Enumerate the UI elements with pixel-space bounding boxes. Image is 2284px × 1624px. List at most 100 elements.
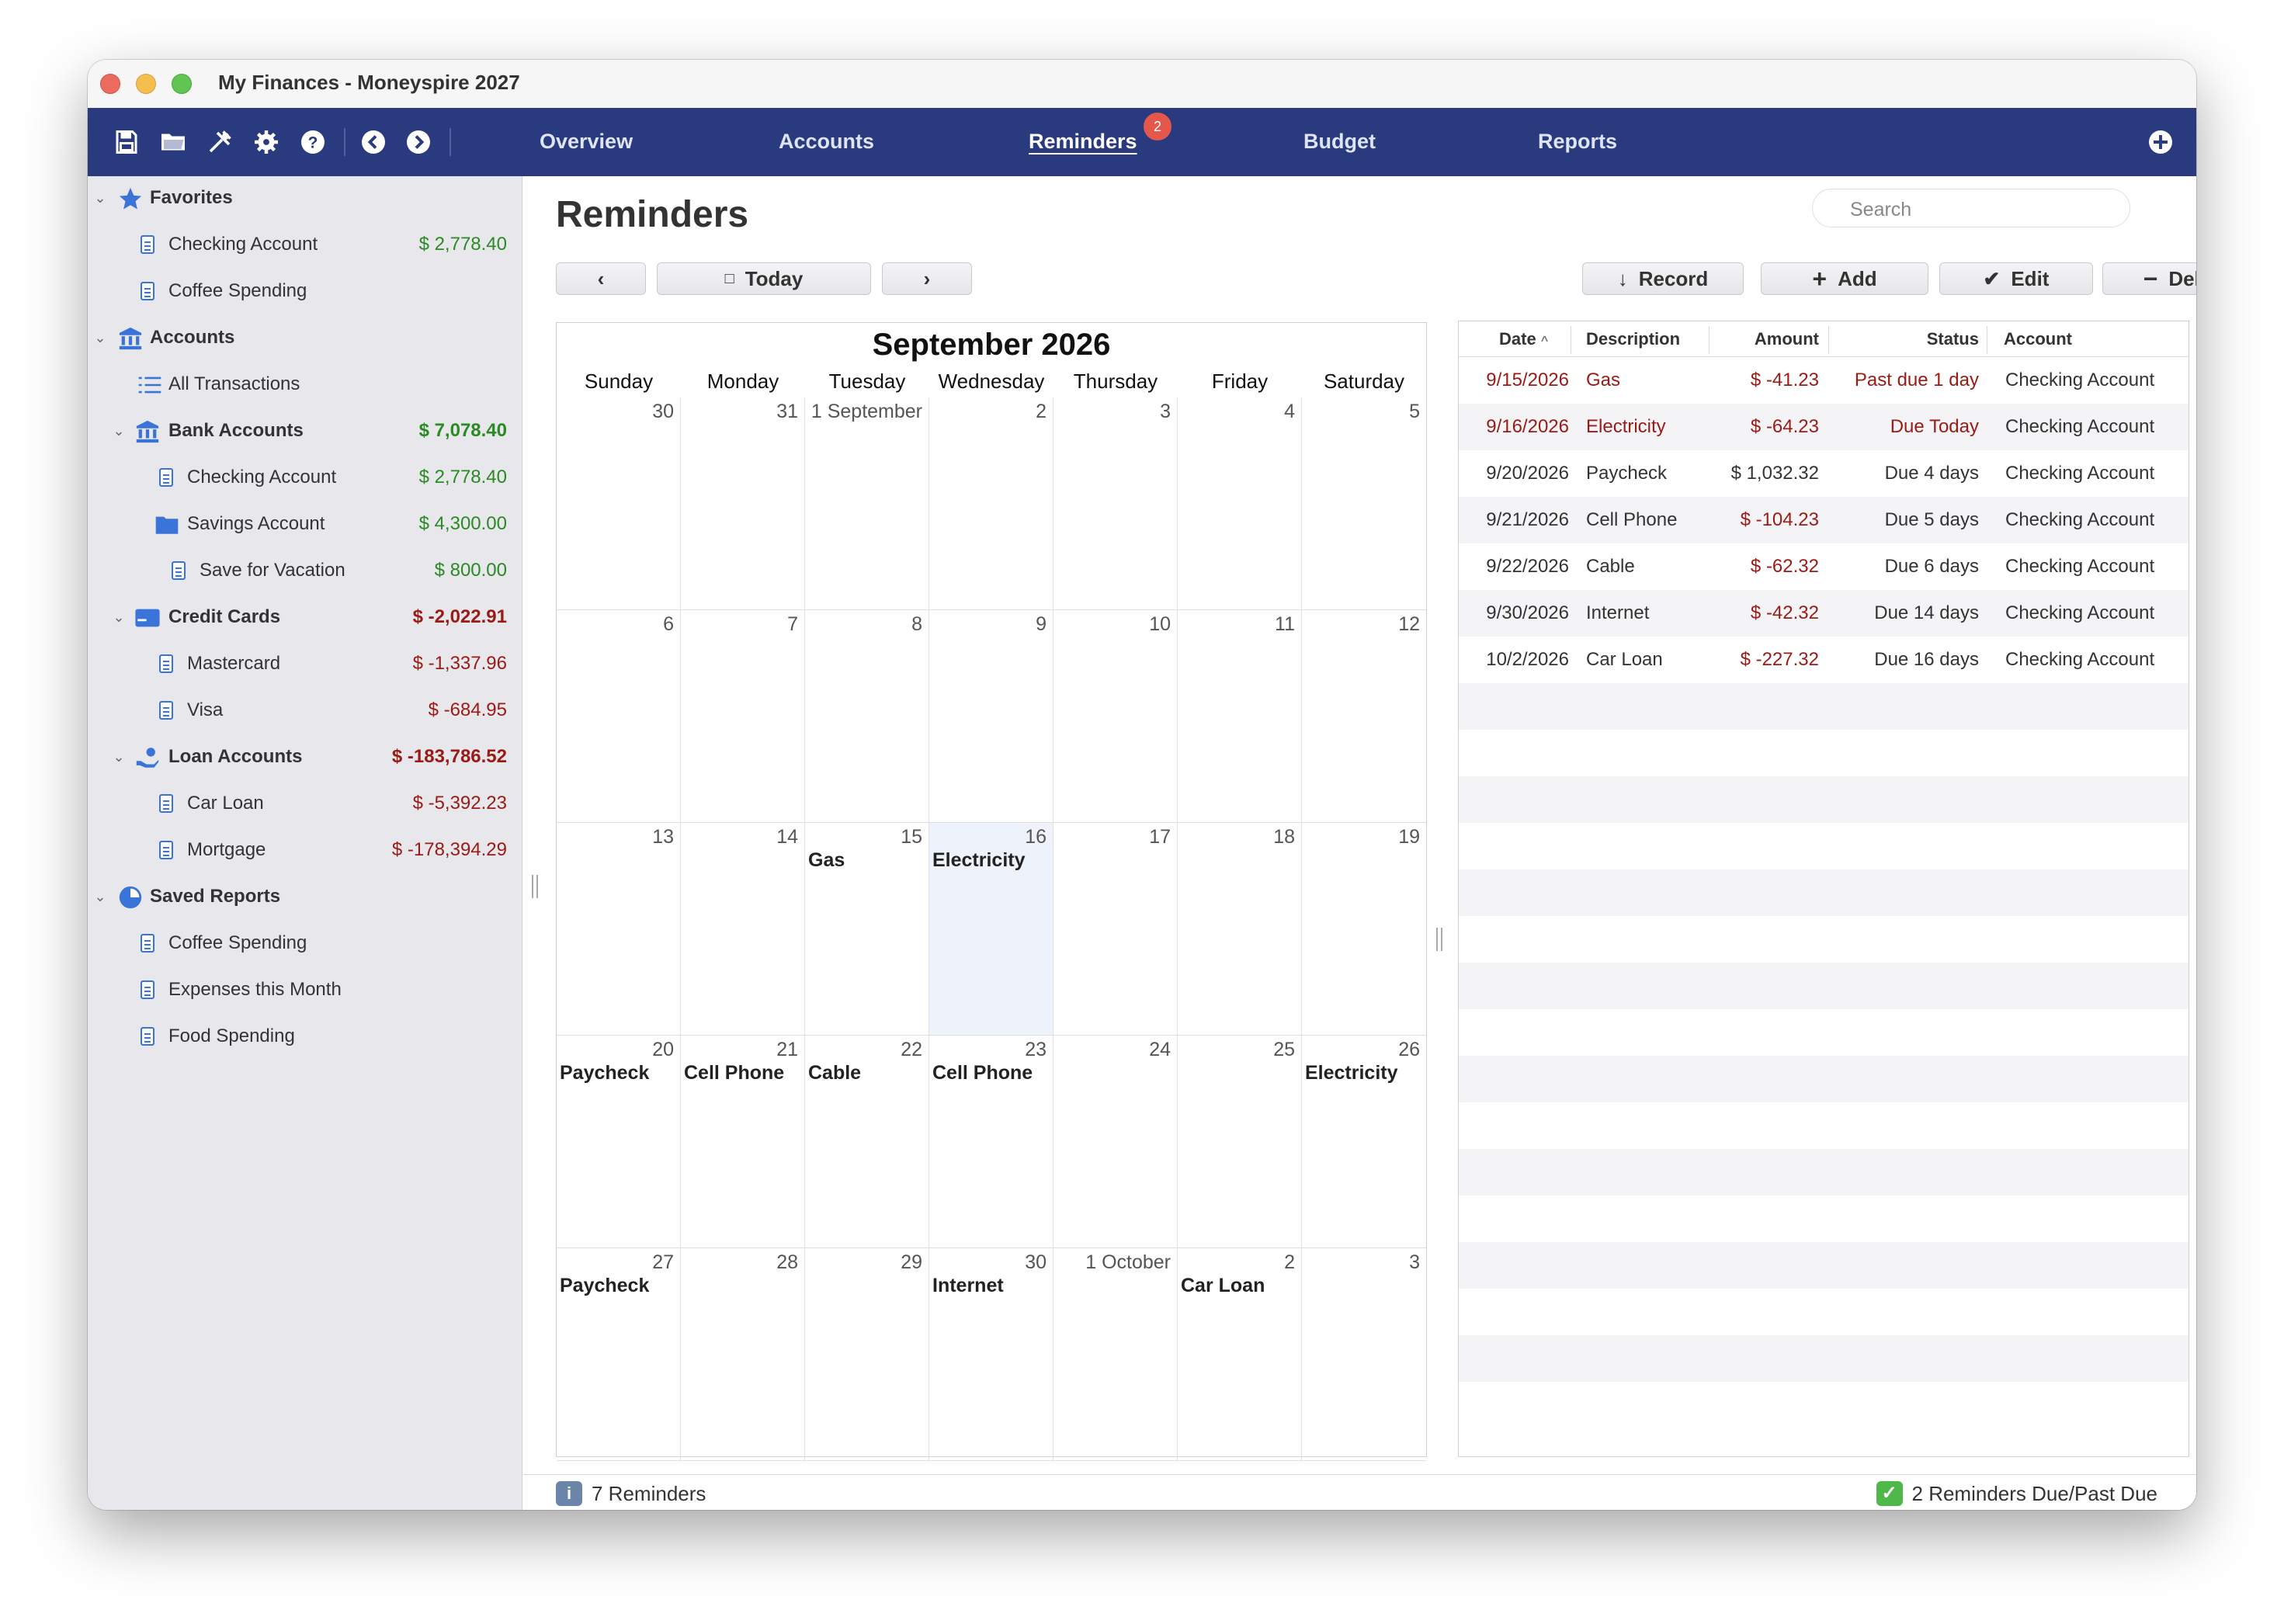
sidebar-resize-handle[interactable] — [532, 875, 538, 898]
sidebar-item-report-expenses[interactable]: Expenses this Month — [88, 974, 507, 1005]
calendar-day-cell[interactable]: 30 Internet — [929, 1248, 1053, 1461]
sidebar-section-accounts[interactable]: ⌄ Accounts — [88, 322, 507, 353]
calendar-day-cell[interactable]: 25 — [1178, 1036, 1302, 1248]
sidebar-item-savings-account[interactable]: Savings Account $ 4,300.00 — [88, 508, 507, 540]
calendar-day-cell[interactable]: 15 Gas — [805, 823, 929, 1036]
close-window-button[interactable] — [100, 74, 120, 94]
sidebar-item-checking-account[interactable]: Checking Account $ 2,778.40 — [88, 462, 507, 493]
sidebar-item-favorite-checking[interactable]: Checking Account $ 2,778.40 — [88, 229, 507, 260]
sidebar-item-report-food[interactable]: Food Spending — [88, 1021, 507, 1052]
table-row[interactable]: 9/22/2026 Cable $ -62.32 Due 6 days Checking… — [1459, 543, 2189, 590]
tab-reminders[interactable]: Reminders — [1029, 130, 1137, 154]
column-header-status[interactable]: Status — [1893, 329, 1979, 349]
save-icon[interactable] — [111, 127, 142, 158]
folder-icon[interactable] — [158, 127, 189, 158]
chevron-down-icon[interactable]: ⌄ — [111, 609, 127, 626]
calendar-event[interactable]: Electricity — [1305, 1062, 1398, 1084]
help-icon[interactable]: ? — [297, 127, 328, 158]
tab-overview[interactable]: Overview — [540, 130, 633, 154]
calendar-day-cell[interactable]: 1 September — [805, 397, 929, 610]
calendar-day-cell[interactable]: 27 Paycheck — [557, 1248, 681, 1461]
calendar-day-cell[interactable]: 1 October — [1053, 1248, 1178, 1461]
forward-icon[interactable] — [403, 127, 434, 158]
calendar-day-cell[interactable]: 18 — [1178, 823, 1302, 1036]
calendar-day-cell[interactable]: 28 — [681, 1248, 805, 1461]
calendar-day-cell[interactable]: 24 — [1053, 1036, 1178, 1248]
sidebar-item-report-coffee[interactable]: Coffee Spending — [88, 928, 507, 959]
tab-budget[interactable]: Budget — [1303, 130, 1376, 154]
calendar-day-cell[interactable]: 14 — [681, 823, 805, 1036]
tab-accounts[interactable]: Accounts — [779, 130, 874, 154]
table-row[interactable]: 9/15/2026 Gas $ -41.23 Past due 1 day Checki… — [1459, 357, 2189, 404]
sidebar-item-save-for-vacation[interactable]: Save for Vacation $ 800.00 — [88, 555, 507, 586]
add-reminder-button[interactable]: + Add — [1761, 262, 1928, 295]
calendar-day-cell[interactable]: 31 — [681, 397, 805, 610]
calendar-day-cell[interactable]: 4 — [1178, 397, 1302, 610]
sidebar-item-car-loan[interactable]: Car Loan $ -5,392.23 — [88, 788, 507, 819]
search-input[interactable]: Search — [1812, 189, 2130, 227]
previous-month-button[interactable]: ‹ — [556, 262, 646, 295]
calendar-event[interactable]: Paycheck — [560, 1275, 649, 1297]
back-icon[interactable] — [358, 127, 389, 158]
sidebar-item-visa[interactable]: Visa $ -684.95 — [88, 695, 507, 726]
record-button[interactable]: ↓ Record — [1582, 262, 1744, 295]
calendar-day-cell[interactable]: 20 Paycheck — [557, 1036, 681, 1248]
calendar-event[interactable]: Electricity — [932, 849, 1026, 872]
calendar-event[interactable]: Cell Phone — [684, 1062, 784, 1084]
tools-icon[interactable] — [204, 127, 235, 158]
chevron-down-icon[interactable]: ⌄ — [92, 330, 108, 346]
column-divider[interactable] — [1828, 326, 1829, 354]
sidebar-section-favorites[interactable]: ⌄ Favorites — [88, 182, 507, 213]
sidebar-item-all-transactions[interactable]: All Transactions — [88, 369, 507, 400]
panel-resize-handle[interactable] — [1436, 928, 1442, 951]
calendar-day-cell-today[interactable]: 16 Electricity — [929, 823, 1053, 1036]
calendar-day-cell[interactable]: 19 — [1302, 823, 1426, 1036]
sidebar-section-saved-reports[interactable]: ⌄ Saved Reports — [88, 881, 507, 912]
next-month-button[interactable]: › — [882, 262, 972, 295]
chevron-down-icon[interactable]: ⌄ — [92, 889, 108, 905]
tab-reports[interactable]: Reports — [1538, 130, 1617, 154]
chevron-down-icon[interactable]: ⌄ — [111, 749, 127, 765]
calendar-day-cell[interactable]: 21 Cell Phone — [681, 1036, 805, 1248]
calendar-day-cell[interactable]: 29 — [805, 1248, 929, 1461]
calendar-day-cell[interactable]: 13 — [557, 823, 681, 1036]
today-button[interactable]: □ Today — [657, 262, 871, 295]
calendar-day-cell[interactable]: 7 — [681, 610, 805, 823]
calendar-event[interactable]: Cell Phone — [932, 1062, 1033, 1084]
table-row[interactable]: 10/2/2026 Car Loan $ -227.32 Due 16 days Che… — [1459, 637, 2189, 683]
table-row[interactable]: 9/21/2026 Cell Phone $ -104.23 Due 5 days Ch… — [1459, 497, 2189, 543]
column-header-account[interactable]: Account — [2004, 329, 2072, 349]
calendar-day-cell[interactable]: 11 — [1178, 610, 1302, 823]
calendar-day-cell[interactable]: 3 — [1053, 397, 1178, 610]
table-row[interactable]: 9/30/2026 Internet $ -42.32 Due 14 days Chec… — [1459, 590, 2189, 637]
calendar-day-cell[interactable]: 22 Cable — [805, 1036, 929, 1248]
column-header-amount[interactable]: Amount — [1740, 329, 1819, 349]
calendar-day-cell[interactable]: 9 — [929, 610, 1053, 823]
calendar-day-cell[interactable]: 2 Car Loan — [1178, 1248, 1302, 1461]
chevron-down-icon[interactable]: ⌄ — [111, 423, 127, 439]
calendar-event[interactable]: Cable — [808, 1062, 861, 1084]
sidebar-group-loan-accounts[interactable]: ⌄ Loan Accounts $ -183,786.52 — [88, 741, 507, 772]
calendar-event[interactable]: Car Loan — [1181, 1275, 1265, 1297]
delete-reminder-button[interactable]: − Delete — [2102, 262, 2196, 295]
calendar-day-cell[interactable]: 8 — [805, 610, 929, 823]
sidebar-item-mastercard[interactable]: Mastercard $ -1,337.96 — [88, 648, 507, 679]
column-header-date[interactable]: Date ^ — [1499, 329, 1548, 349]
minimize-window-button[interactable] — [136, 74, 156, 94]
calendar-day-cell[interactable]: 3 — [1302, 1248, 1426, 1461]
sidebar-group-credit-cards[interactable]: ⌄ Credit Cards $ -2,022.91 — [88, 602, 507, 633]
gear-icon[interactable] — [251, 127, 282, 158]
calendar-day-cell[interactable]: 2 — [929, 397, 1053, 610]
calendar-event[interactable]: Gas — [808, 849, 845, 872]
calendar-event[interactable]: Paycheck — [560, 1062, 649, 1084]
table-row[interactable]: 9/20/2026 Paycheck $ 1,032.32 Due 4 days Che… — [1459, 450, 2189, 497]
column-header-description[interactable]: Description — [1586, 329, 1680, 349]
edit-reminder-button[interactable]: ✔ Edit — [1939, 262, 2093, 295]
maximize-window-button[interactable] — [172, 74, 192, 94]
calendar-day-cell[interactable]: 23 Cell Phone — [929, 1036, 1053, 1248]
calendar-day-cell[interactable]: 12 — [1302, 610, 1426, 823]
sidebar-group-bank-accounts[interactable]: ⌄ Bank Accounts $ 7,078.40 — [88, 415, 507, 446]
plus-circle-icon[interactable] — [2145, 127, 2176, 158]
calendar-event[interactable]: Internet — [932, 1275, 1004, 1297]
table-row[interactable]: 9/16/2026 Electricity $ -64.23 Due Today Che… — [1459, 404, 2189, 450]
